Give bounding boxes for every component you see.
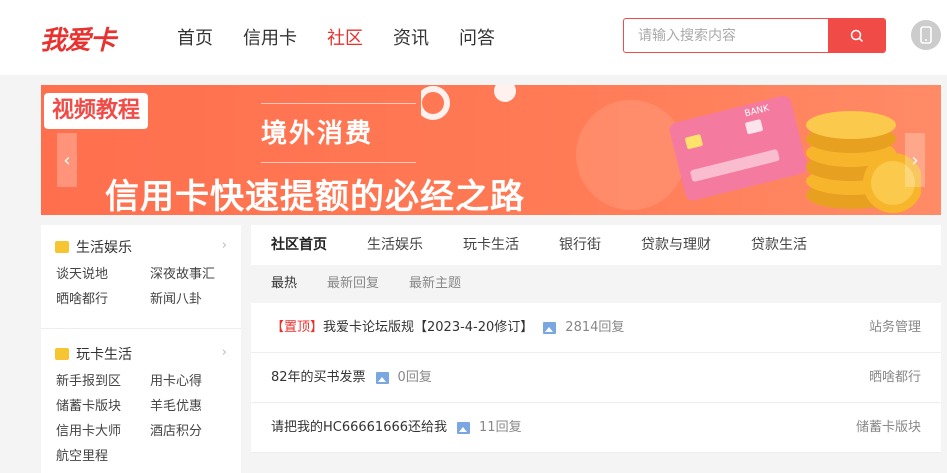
- chevron-right-icon: ›: [221, 345, 227, 360]
- reply-count: 0回复: [397, 370, 432, 385]
- post-title[interactable]: 请把我的HC66661666还给我: [271, 403, 447, 453]
- chevron-left-icon: ‹: [63, 149, 71, 171]
- category-sidebar: 生活娱乐 › 谈天说地 深夜故事汇 晒啥都行 新闻八卦 玩卡生活 › 新手报到区…: [41, 225, 241, 473]
- category-icon: [55, 241, 69, 253]
- category-header[interactable]: 玩卡生活 ›: [55, 344, 227, 364]
- tab-community-home[interactable]: 社区首页: [271, 225, 327, 265]
- category-title: 生活娱乐: [76, 240, 132, 256]
- banner-divider: [261, 103, 416, 104]
- nav-news[interactable]: 资讯: [393, 24, 429, 50]
- post-forum[interactable]: 站务管理: [869, 303, 921, 353]
- forum-main: 社区首页 生活娱乐 玩卡生活 银行街 贷款与理财 贷款生活 最热 最新回复 最新…: [251, 225, 941, 473]
- category-link[interactable]: 储蓄卡版块: [56, 397, 150, 416]
- category-link[interactable]: 酒店积分: [150, 422, 236, 441]
- post-list: 【置顶】 我爱卡论坛版规【2023-4-20修订】 2814回复 站务管理 82…: [251, 303, 941, 453]
- banner-illustration: BANK: [421, 85, 921, 213]
- banner-tag: 视频教程: [44, 93, 149, 129]
- post-title-line: 82年的买书发票 0回复: [271, 353, 432, 403]
- post-row[interactable]: 请把我的HC66661666还给我 11回复 储蓄卡版块: [251, 403, 941, 453]
- chevron-right-icon: ›: [221, 238, 227, 253]
- main-nav: 首页 信用卡 社区 资讯 问答: [177, 24, 525, 50]
- post-title[interactable]: 82年的买书发票: [271, 353, 366, 403]
- sort-latest-reply[interactable]: 最新回复: [327, 265, 379, 303]
- category-link[interactable]: 航空里程: [56, 447, 150, 466]
- category-links: 谈天说地 深夜故事汇 晒啥都行 新闻八卦: [56, 265, 236, 309]
- category-link[interactable]: 晒啥都行: [56, 290, 150, 309]
- search-input[interactable]: [624, 19, 829, 52]
- category-link[interactable]: 用卡心得: [150, 372, 236, 391]
- nav-qa[interactable]: 问答: [459, 24, 495, 50]
- post-title-line: 【置顶】 我爱卡论坛版规【2023-4-20修订】 2814回复: [271, 303, 624, 353]
- tab-loan-life[interactable]: 贷款生活: [751, 225, 807, 265]
- banner-next-button[interactable]: ›: [905, 133, 925, 187]
- site-header: 我爱卡 首页 信用卡 社区 资讯 问答: [0, 0, 947, 75]
- category-header[interactable]: 生活娱乐 ›: [55, 237, 227, 257]
- sort-tabs: 最热 最新回复 最新主题: [251, 265, 941, 303]
- chevron-right-icon: ›: [911, 149, 919, 171]
- nav-credit-card[interactable]: 信用卡: [243, 24, 297, 50]
- category-link[interactable]: 新手报到区: [56, 372, 150, 391]
- category-divider: [41, 328, 241, 329]
- search-icon: [850, 29, 863, 42]
- phone-icon: [920, 26, 932, 44]
- category-icon: [55, 348, 69, 360]
- banner-subtitle: 境外消费: [261, 119, 374, 149]
- tab-card-life[interactable]: 玩卡生活: [463, 225, 519, 265]
- tab-loan-finance[interactable]: 贷款与理财: [641, 225, 711, 265]
- post-row[interactable]: 【置顶】 我爱卡论坛版规【2023-4-20修订】 2814回复 站务管理: [251, 303, 941, 353]
- search-box: [623, 18, 886, 53]
- search-button[interactable]: [828, 18, 885, 53]
- sort-hot[interactable]: 最热: [271, 265, 297, 303]
- sort-latest-topic[interactable]: 最新主题: [409, 265, 461, 303]
- mobile-icon[interactable]: [911, 20, 941, 50]
- category-link[interactable]: 深夜故事汇: [150, 265, 236, 284]
- banner-prev-button[interactable]: ‹: [57, 133, 77, 187]
- category-link[interactable]: 羊毛优惠: [150, 397, 236, 416]
- banner-divider: [261, 162, 416, 163]
- category-link[interactable]: 谈天说地: [56, 265, 150, 284]
- reply-count: 11回复: [479, 420, 522, 435]
- nav-home[interactable]: 首页: [177, 24, 213, 50]
- category-links: 新手报到区 用卡心得 储蓄卡版块 羊毛优惠 信用卡大师 酒店积分 航空里程: [56, 372, 236, 466]
- tab-bank-street[interactable]: 银行街: [559, 225, 601, 265]
- reply-count: 2814回复: [565, 320, 625, 335]
- pinned-label: 【置顶】: [271, 320, 324, 335]
- post-forum[interactable]: 晒啥都行: [869, 353, 921, 403]
- post-row[interactable]: 82年的买书发票 0回复 晒啥都行: [251, 353, 941, 403]
- site-logo[interactable]: 我爱卡: [40, 20, 116, 57]
- category-link[interactable]: 信用卡大师: [56, 422, 150, 441]
- image-icon: [543, 322, 557, 334]
- post-title-line: 请把我的HC66661666还给我 11回复: [271, 403, 522, 453]
- forum-tabs: 社区首页 生活娱乐 玩卡生活 银行街 贷款与理财 贷款生活: [251, 225, 941, 265]
- nav-community[interactable]: 社区: [327, 24, 363, 50]
- image-icon: [457, 422, 471, 434]
- tab-life[interactable]: 生活娱乐: [367, 225, 423, 265]
- promo-banner[interactable]: 视频教程 境外消费 信用卡快速提额的必经之路 BANK ‹ ›: [41, 85, 941, 215]
- post-title[interactable]: 我爱卡论坛版规【2023-4-20修订】: [323, 303, 533, 353]
- category-title: 玩卡生活: [76, 347, 132, 363]
- post-forum[interactable]: 储蓄卡版块: [856, 403, 921, 453]
- image-icon: [375, 372, 389, 384]
- category-link[interactable]: 新闻八卦: [150, 290, 236, 309]
